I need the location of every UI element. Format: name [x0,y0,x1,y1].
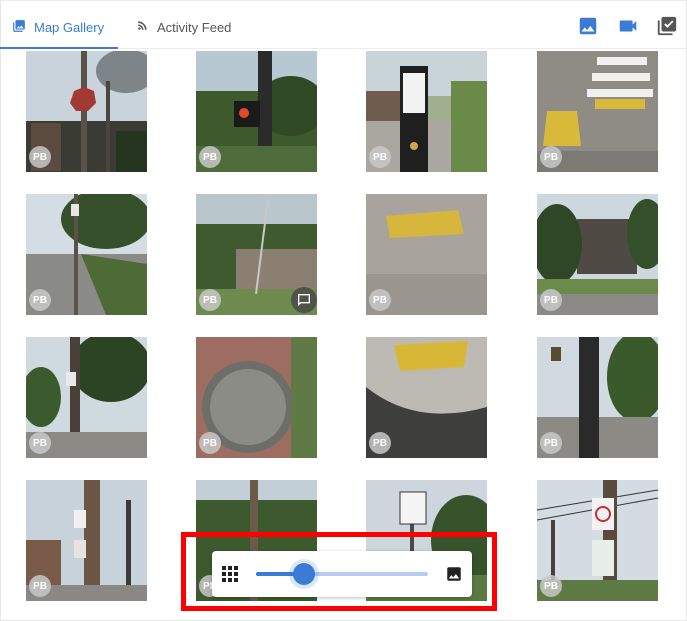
zoom-slider-thumb[interactable] [293,563,316,585]
photo-tile[interactable]: PB [537,51,658,172]
photo-tile[interactable]: PB [196,337,317,458]
photo-tile[interactable]: PB [26,337,147,458]
grid-small-icon[interactable] [221,565,239,583]
user-avatar-badge: PB [540,146,562,168]
photo-tile[interactable]: PB [537,337,658,458]
user-avatar-badge: PB [29,575,51,597]
photo-tile[interactable]: PB [366,194,487,315]
zoom-slider-track[interactable] [256,572,428,576]
user-avatar-badge: PB [540,289,562,311]
photo-tile[interactable]: PB [537,194,658,315]
image-large-icon[interactable] [445,565,463,583]
photo-tile[interactable]: PB [196,51,317,172]
photo-tile[interactable]: PB [366,337,487,458]
user-avatar-badge: PB [29,432,51,454]
comment-icon[interactable] [291,287,317,313]
user-avatar-badge: PB [369,146,391,168]
photo-tile[interactable]: PB [366,51,487,172]
photo-tile[interactable]: PB [26,480,147,601]
photo-tile[interactable]: PB [196,194,317,315]
zoom-control [212,551,472,597]
user-avatar-badge: PB [29,146,51,168]
user-avatar-badge: PB [199,289,221,311]
user-avatar-badge: PB [29,289,51,311]
photo-grid: PB PB PB PB PB PB PB PB PB PB PB PB PB P… [0,0,687,621]
user-avatar-badge: PB [199,432,221,454]
user-avatar-badge: PB [369,289,391,311]
photo-tile[interactable]: PB [26,194,147,315]
user-avatar-badge: PB [369,432,391,454]
user-avatar-badge: PB [540,432,562,454]
user-avatar-badge: PB [540,575,562,597]
photo-tile[interactable]: PB [537,480,658,601]
photo-tile[interactable]: PB [26,51,147,172]
user-avatar-badge: PB [199,146,221,168]
